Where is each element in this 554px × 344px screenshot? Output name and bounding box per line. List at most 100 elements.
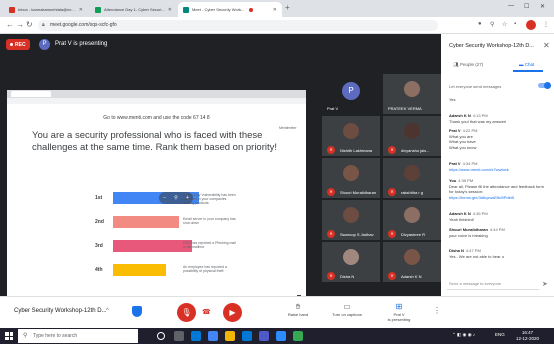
close-icon[interactable]: ✕: [79, 7, 83, 13]
presenting-button[interactable]: ⊞ Prat V is presenting: [377, 301, 421, 322]
chat-message: You 4:35 PM Dear all, Please fill the atte…: [449, 178, 549, 200]
chrome-icon[interactable]: [208, 331, 218, 341]
chat-message: Shouri Muralidharan 4:44 PM your voice is …: [449, 227, 549, 238]
meet-icon: [183, 6, 189, 13]
participant-tile[interactable]: ✕ Shouri Muralidharan: [322, 158, 380, 198]
presenting-label-2: is presenting: [387, 317, 411, 322]
participant-tile[interactable]: ✕ rakshitha r g: [383, 158, 441, 198]
forward-arrow-icon[interactable]: →: [16, 20, 24, 30]
zoom-icon[interactable]: [276, 331, 286, 341]
maximize-button[interactable]: ☐: [524, 3, 529, 10]
clock[interactable]: 16:47 12-12-2020: [516, 330, 539, 342]
app-icon[interactable]: [293, 331, 303, 341]
hand-icon: ✋︎: [295, 302, 301, 311]
message-text: your voice is breaking: [449, 232, 488, 238]
chat-message-input[interactable]: Send a message to everyone: [447, 278, 539, 290]
mic-off-button[interactable]: 🎙︎: [177, 303, 196, 322]
slide-zoom-toolbar[interactable]: − ⚲ +: [159, 192, 193, 204]
back-arrow-icon[interactable]: ←: [6, 20, 14, 30]
camera-off-button[interactable]: ▶︎: [223, 303, 242, 322]
raise-hand-button[interactable]: ✋︎ Raise hand: [276, 301, 320, 317]
message-link[interactable]: https://www.menti.com/rk7wwfoxk: [449, 167, 549, 173]
zoom-out-icon[interactable]: −: [163, 195, 166, 201]
task-view-icon[interactable]: [174, 331, 184, 341]
camera-icon[interactable]: ●: [478, 21, 482, 27]
clock-date: 12-12-2020: [516, 336, 540, 341]
captions-button[interactable]: ▭ Turn on captions: [325, 301, 369, 317]
tab-people[interactable]: 👥︎ People (27): [453, 62, 483, 68]
zoom-in-icon[interactable]: +: [186, 195, 189, 201]
file-explorer-icon[interactable]: [225, 331, 235, 341]
zoom-icon[interactable]: ⚲: [174, 195, 178, 201]
windows-start-icon[interactable]: [5, 332, 13, 340]
participant-avatar: [404, 207, 420, 223]
participant-tile[interactable]: ✕ Disha N: [322, 242, 380, 282]
rank-bar: [113, 216, 179, 228]
edge-icon[interactable]: [191, 331, 201, 341]
rank-item-text: An employee has reported a possibility o…: [183, 265, 227, 273]
participant-tile[interactable]: ✕ divyanshu jais...: [383, 116, 441, 156]
teams-icon[interactable]: [259, 331, 269, 341]
message-sender: You: [449, 178, 457, 183]
meeting-details-label[interactable]: Cyber Security Workshop-12th D...: [14, 308, 107, 314]
send-icon[interactable]: ➤: [542, 280, 548, 288]
participant-avatar: [404, 249, 420, 265]
rank-row: 2nd Email server in your company has shut…: [7, 213, 306, 233]
tab-attendance[interactable]: Attendance Day 1- Cyber Securi... ✕: [90, 2, 176, 17]
slide-join-instructions: Go to www.menti.com and use the code 67 …: [103, 115, 210, 121]
participant-name: Prat V: [327, 106, 339, 111]
more-options-icon[interactable]: ⋮: [433, 306, 441, 315]
extensions-icon[interactable]: ▪: [514, 21, 516, 27]
participant-tile[interactable]: ✕ Nishith Lakhmana: [322, 116, 380, 156]
rank-bar: [113, 240, 193, 252]
language-indicator[interactable]: ENG: [495, 332, 505, 337]
participant-tile[interactable]: ✕ Swaroop S Jadhav: [322, 200, 380, 240]
send-messages-toggle[interactable]: [538, 82, 551, 89]
close-icon[interactable]: ✕: [543, 41, 550, 50]
tab-meet[interactable]: Meet - Cyber Security Work... ✕: [178, 2, 282, 17]
tab-chat-label: Chat: [524, 62, 535, 67]
message-sender: Shouri Muralidharan: [449, 227, 488, 232]
rank-row: 1st A Zero Day Vulnerability has been ide…: [7, 189, 306, 209]
search-icon[interactable]: ⚲: [490, 21, 494, 28]
message-time: 4:35 PM: [458, 178, 474, 183]
hang-up-icon[interactable]: ☎︎: [202, 308, 211, 316]
message-link[interactable]: https://forms.gle/3d6qxwsE8d9Pdkt5: [449, 195, 549, 201]
chat-message: Adarsh K N 4:35 PM Yeah finished!: [449, 211, 549, 222]
rank-item-text: CEO has reported a Phishing mail in his …: [183, 241, 236, 249]
participant-name: divyanshu jais...: [401, 148, 430, 153]
participant-avatar: [343, 123, 359, 139]
shield-icon[interactable]: [132, 306, 142, 317]
chevron-up-icon[interactable]: ^: [106, 308, 109, 314]
message-time: 4:13 PM: [472, 113, 488, 118]
star-icon[interactable]: ☆: [502, 21, 507, 28]
minimize-button[interactable]: —: [508, 3, 514, 9]
profile-avatar[interactable]: [526, 20, 536, 30]
taskbar-search-input[interactable]: ⚲ Type here to search: [18, 329, 138, 343]
participant-tile[interactable]: PRATEEK VERMA: [383, 74, 441, 114]
mic-off-icon: ✕: [327, 230, 335, 238]
tab-inbox[interactable]: Inbox - karmakarsnehlata@ex... ✕: [4, 2, 88, 17]
close-icon[interactable]: ✕: [273, 7, 277, 13]
reload-icon[interactable]: ↻: [26, 20, 33, 30]
captions-label: Turn on captions: [332, 312, 362, 317]
tab-indicator: [513, 70, 543, 72]
url-bar[interactable]: 🔒︎ meet.google.com/xqs-scfc-gfo: [38, 20, 438, 31]
new-tab-button[interactable]: +: [285, 4, 290, 12]
cortana-icon[interactable]: [157, 332, 165, 340]
message-text: Dear all, Please fill the attendance and…: [449, 183, 544, 195]
message-time: 4:35 PM: [472, 211, 488, 216]
shared-screen[interactable]: Go to www.menti.com and use the code 67 …: [7, 90, 306, 316]
close-window-button[interactable]: ✕: [540, 3, 545, 10]
close-icon[interactable]: ✕: [168, 7, 172, 13]
lock-icon: 🔒︎: [42, 22, 45, 28]
participant-tile[interactable]: ✕ Adarsh K N: [383, 242, 441, 282]
message-time: 4:47 PM: [465, 248, 481, 253]
tray-icons[interactable]: ⌃ ◧ ◉ ◉ ♪: [452, 332, 475, 338]
participant-tile[interactable]: ✕ Divyashree R: [383, 200, 441, 240]
menu-icon[interactable]: ⋮: [543, 21, 549, 28]
store-icon[interactable]: [242, 331, 252, 341]
participant-tile[interactable]: P Prat V: [322, 74, 380, 114]
tab-chat[interactable]: ▬ Chat: [519, 62, 534, 67]
raise-hand-label: Raise hand: [287, 312, 309, 317]
